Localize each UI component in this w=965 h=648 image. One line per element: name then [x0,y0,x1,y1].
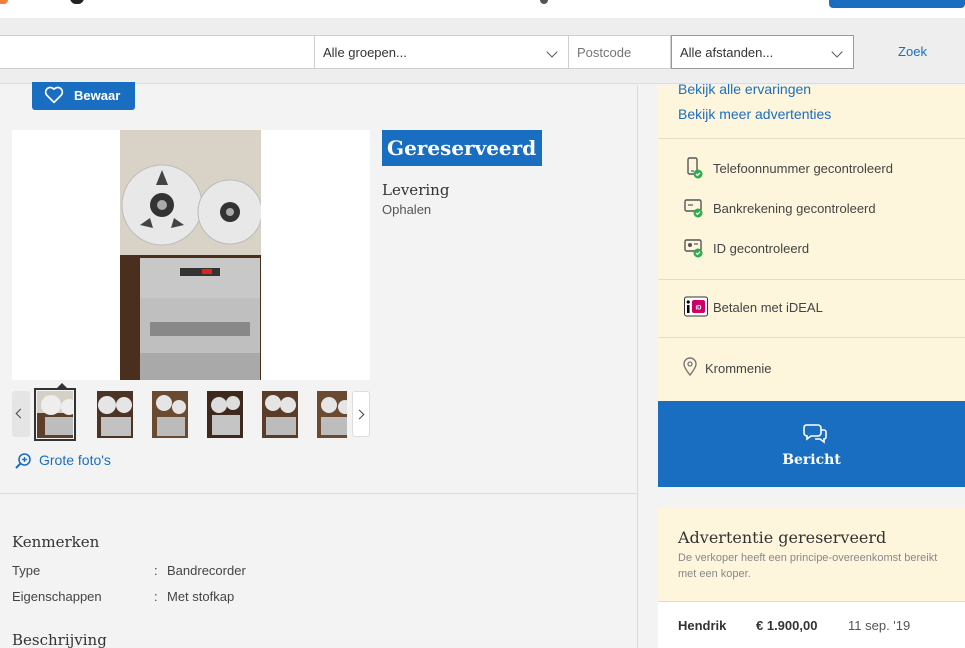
message-button-label: Bericht [782,452,841,468]
all-reviews-link[interactable]: Bekijk alle ervaringen [678,81,811,97]
distance-select[interactable]: Alle afstanden... [671,35,854,69]
seller-location-label: Krommenie [705,361,772,376]
large-photos-label: Grote foto's [39,452,111,468]
reservation-row: Hendrik € 1.900,00 11 sep. '19 [658,601,965,648]
chevron-right-icon [354,409,365,420]
reservation-buyer: Hendrik [678,618,727,633]
feature-label: Type [12,563,41,578]
thumbnail[interactable] [152,391,188,438]
bank-verified-label: Bankrekening gecontroleerd [713,201,876,216]
reservation-price: € 1.900,00 [756,618,818,633]
group-select[interactable]: Alle groepen... [315,35,569,69]
chevron-down-icon [831,46,843,58]
thumbnail[interactable] [34,388,76,441]
thumbnail[interactable] [317,391,347,438]
reservation-panel: Advertentie gereserveerd De verkoper hee… [658,507,965,648]
search-bar: Alle groepen... Alle afstanden... Zoek [0,18,965,84]
location-pin-icon [683,357,697,377]
thumbnail-prev-button[interactable] [12,391,30,437]
feature-separator: : [154,589,158,604]
delivery-method: Ophalen [382,202,432,217]
heart-icon [44,86,64,104]
thumbnail[interactable] [262,391,298,438]
chat-bubble-icon [803,424,827,444]
save-button[interactable]: Bewaar [32,82,135,110]
top-header [0,0,965,18]
feature-label: Eigenschappen [12,589,102,604]
feature-value: Met stofkap [167,589,235,604]
reservation-date: 11 sep. '19 [848,618,911,633]
site-logo[interactable] [0,0,8,4]
feature-separator: : [154,563,158,578]
phone-verified-icon [687,157,703,179]
seller-location: Krommenie [682,357,772,377]
save-button-label: Bewaar [74,88,121,103]
message-button[interactable]: Bericht [658,401,965,487]
ideal-logo-icon: iD [684,296,708,317]
chevron-left-icon [15,408,26,419]
phone-verified-label: Telefoonnummer gecontroleerd [713,161,893,176]
zoom-in-icon [15,453,31,469]
group-select-value: Alle groepen... [323,45,407,60]
main-photo[interactable] [12,130,370,380]
seller-panel: Bekijk alle ervaringen Bekijk meer adver… [658,81,965,401]
active-thumbnail-pointer [56,383,68,389]
tape-recorder-image [120,130,261,380]
distance-select-value: Alle afstanden... [680,45,774,60]
search-icon[interactable] [540,0,548,4]
divider [658,337,965,338]
site-logo-fragment [70,0,84,4]
phone-verified: Telefoonnummer gecontroleerd [684,157,893,179]
divider [658,138,965,139]
thumbnail-strip [12,383,370,441]
divider [658,279,965,280]
feature-value: Bandrecorder [167,563,246,578]
thumbnail-next-button[interactable] [352,391,370,437]
reel-to-reel-photo [120,130,261,380]
ideal-payment: iD Betalen met iDEAL [684,296,823,317]
listing-main: Bewaar Grote foto's Gereserveerd Leverin… [0,82,638,648]
delivery-heading: Levering [382,181,450,199]
reservation-subtitle: De verkoper heeft een principe-overeenko… [678,552,938,580]
bank-card-verified-icon [684,199,703,218]
place-ad-button[interactable] [829,0,965,8]
more-ads-link[interactable]: Bekijk meer advertenties [678,106,831,122]
section-divider [0,493,638,494]
id-verified-label: ID gecontroleerd [713,241,810,256]
bank-verified: Bankrekening gecontroleerd [684,199,876,218]
search-input[interactable] [0,35,315,69]
postcode-input[interactable] [569,35,671,69]
ideal-logo-text: iD [696,306,703,312]
ideal-payment-label: Betalen met iDEAL [713,300,823,315]
chevron-down-icon [546,46,558,58]
features-heading: Kenmerken [12,533,100,551]
description-heading: Beschrijving [12,631,107,648]
thumbnail[interactable] [207,391,243,438]
status-badge: Gereserveerd [382,130,543,166]
search-button[interactable]: Zoek [860,35,965,69]
id-card-verified-icon [684,239,703,258]
large-photos-link[interactable]: Grote foto's [14,452,111,469]
thumbnail[interactable] [97,391,133,438]
id-verified: ID gecontroleerd [684,239,810,258]
reservation-title: Advertentie gereserveerd [678,528,887,547]
